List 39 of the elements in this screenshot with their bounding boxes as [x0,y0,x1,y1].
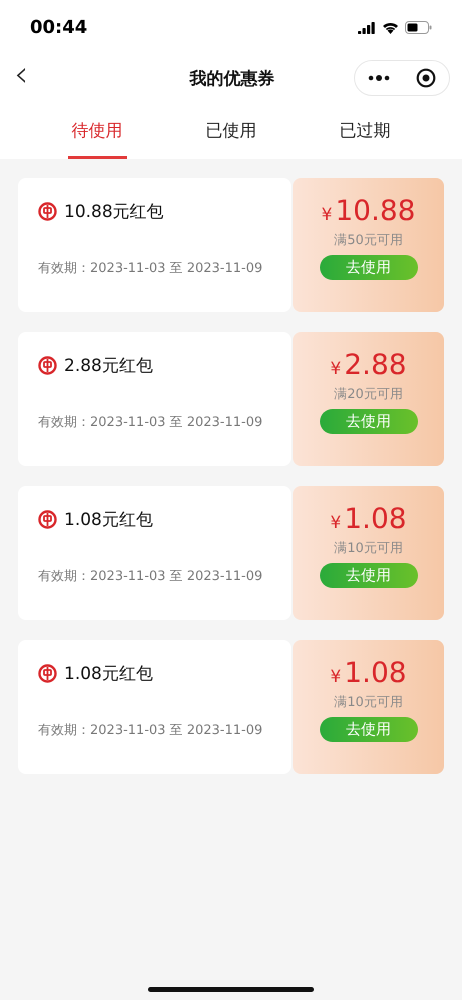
coupon-title: 10.88元红包 [64,201,164,223]
coupon-amount: 1.08 [344,656,407,689]
usage-condition: 满50元可用 [334,232,403,249]
signal-icon [358,21,376,34]
coupon-title: 1.08元红包 [64,663,153,685]
battery-icon [405,21,432,34]
more-icon[interactable] [368,75,390,81]
coupon-title: 1.08元红包 [64,509,153,531]
coupon-title: 2.88元红包 [64,355,153,377]
usage-condition: 满10元可用 [334,540,403,557]
status-time: 00:44 [30,17,88,38]
validity-period: 有效期：2023-11-03 至 2023-11-09 [38,414,264,431]
tab[interactable]: 已过期 [336,101,394,159]
validity-period: 有效期：2023-11-03 至 2023-11-09 [38,568,264,585]
use-button[interactable]: 去使用 [320,717,418,742]
close-target-icon[interactable] [416,68,436,88]
coin-icon [38,202,57,221]
coupon-amount: 1.08 [344,502,407,535]
usage-condition: 满10元可用 [334,694,403,711]
tab[interactable]: 已使用 [202,101,260,159]
tab[interactable]: 待使用 [68,101,126,159]
currency-symbol: ¥ [330,359,342,379]
wifi-icon [382,21,399,34]
validity-period: 有效期：2023-11-03 至 2023-11-09 [38,260,264,277]
page-title: 我的优惠券 [190,68,274,90]
coupon-amount: 10.88 [335,194,416,227]
coin-icon [38,356,57,375]
coin-icon [38,664,57,683]
use-button[interactable]: 去使用 [320,563,418,588]
use-button[interactable]: 去使用 [320,255,418,280]
use-button[interactable]: 去使用 [320,409,418,434]
usage-condition: 满20元可用 [334,386,403,403]
back-button[interactable]: ‹ [14,57,28,93]
currency-symbol: ¥ [322,205,332,225]
validity-period: 有效期：2023-11-03 至 2023-11-09 [38,722,264,739]
currency-symbol: ¥ [330,667,342,687]
coin-icon [38,510,57,529]
currency-symbol: ¥ [330,513,342,533]
coupon-amount: 2.88 [344,348,407,381]
